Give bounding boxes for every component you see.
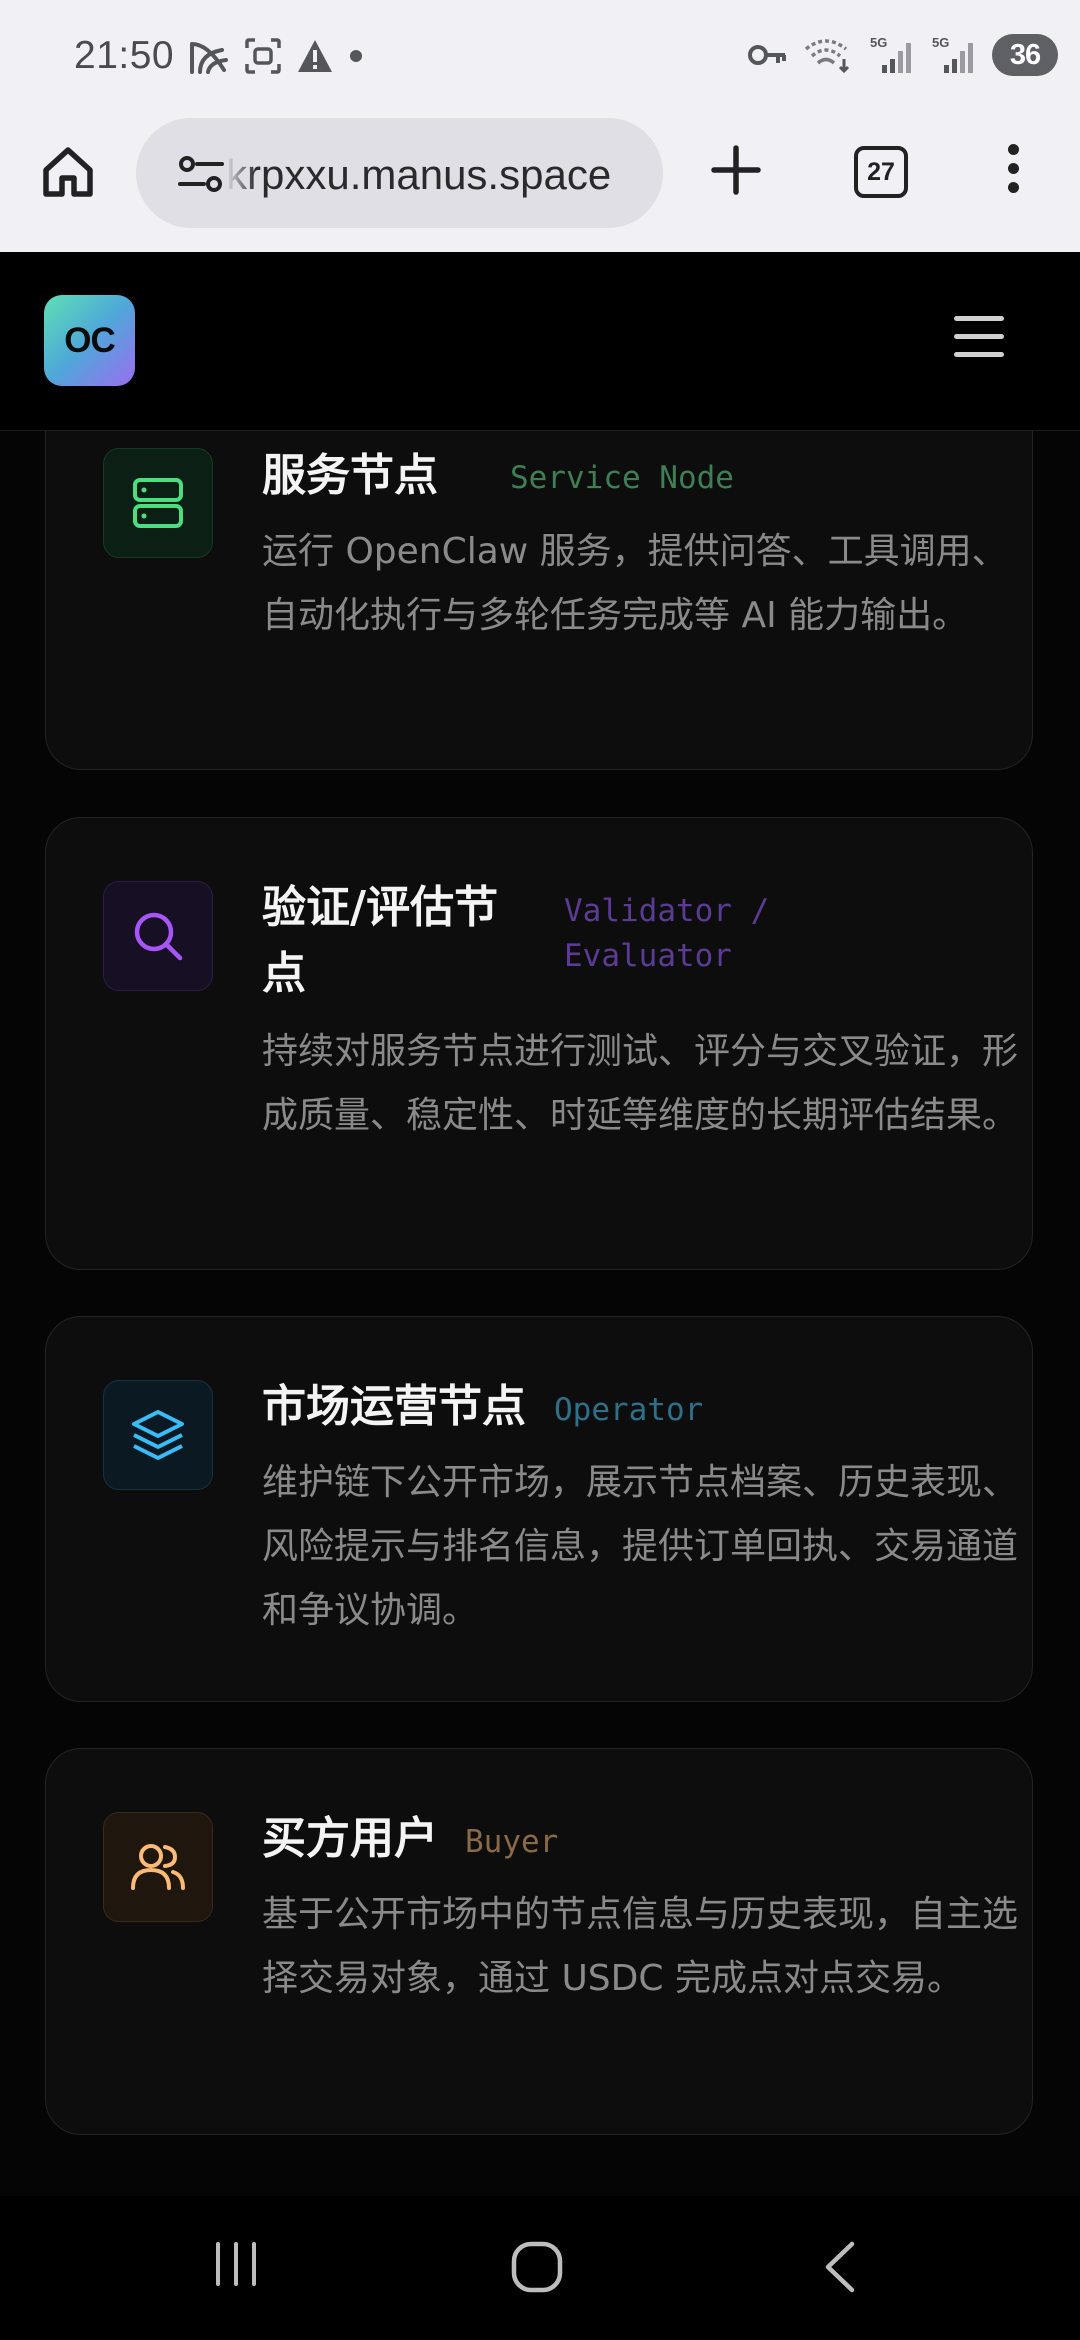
home-nav-icon[interactable] <box>510 2240 564 2294</box>
status-notification-icons <box>188 36 364 76</box>
wifi-icon <box>804 39 850 74</box>
site-settings-icon[interactable] <box>178 154 224 194</box>
tab-count: 27 <box>867 157 895 186</box>
users-icon <box>131 1844 185 1890</box>
card-description: 运行 OpenClaw 服务，提供问答、工具调用、自动化执行与多轮任务完成等 A… <box>262 531 1008 636</box>
signal-5g-icon: 5G <box>870 35 911 73</box>
new-tab-icon[interactable] <box>706 140 766 200</box>
card-description: 维护链下公开市场，展示节点档案、历史表现、风险提示与排名信息，提供订单回执、交易… <box>262 1462 1019 1631</box>
card-title-line: 验证/评估节 <box>262 882 499 933</box>
card-tag-line: Validator / <box>564 893 770 929</box>
status-system-icons: 5G 5G 36 <box>748 34 1058 76</box>
back-icon[interactable] <box>820 2240 860 2294</box>
card-title: 买方用户 <box>262 1813 438 1864</box>
role-card-validator: 验证/评估节 点 Validator / Evaluator 持续对服务节点进行… <box>45 817 1033 1270</box>
card-title-line: 点 <box>262 948 306 999</box>
dot-icon <box>350 50 362 62</box>
system-nav-bar <box>0 2196 1080 2340</box>
card-description: 基于公开市场中的节点信息与历史表现，自主选择交易对象，通过 USDC 完成点对点… <box>262 1894 1019 1999</box>
layers-icon <box>132 1410 184 1460</box>
card-tag: Validator / Evaluator <box>564 889 769 979</box>
more-menu-icon[interactable] <box>1002 144 1024 204</box>
browser-toolbar: krpxxu.manus.space 27 <box>0 118 1080 253</box>
alert-icon <box>298 40 332 72</box>
site-logo[interactable]: OC <box>44 295 135 386</box>
card-tag-line: Evaluator <box>564 938 732 974</box>
wifi-calling-icon <box>190 42 228 74</box>
card-description: 持续对服务节点进行测试、评分与交叉验证，形成质量、稳定性、时延等维度的长期评估结… <box>262 1031 1019 1136</box>
status-time: 21:50 <box>74 34 175 77</box>
home-icon[interactable] <box>38 142 98 202</box>
recent-apps-icon[interactable] <box>212 2240 260 2288</box>
card-tag: Operator <box>554 1392 704 1428</box>
address-bar[interactable]: krpxxu.manus.space <box>136 118 663 228</box>
battery-indicator: 36 <box>992 34 1058 76</box>
url-text[interactable]: krpxxu.manus.space <box>226 151 611 199</box>
hamburger-menu-icon[interactable] <box>954 316 1004 370</box>
card-title: 市场运营节点 <box>262 1381 526 1432</box>
icon-container <box>103 881 213 991</box>
svg-text:5G: 5G <box>932 35 949 50</box>
card-tag: Buyer <box>465 1824 559 1860</box>
icon-container <box>103 1380 213 1490</box>
card-tag: Service Node <box>510 460 734 496</box>
svg-text:5G: 5G <box>870 35 887 50</box>
role-card-buyer: 买方用户 Buyer 基于公开市场中的节点信息与历史表现，自主选择交易对象，通过… <box>45 1748 1033 2135</box>
battery-level: 36 <box>1009 38 1041 71</box>
search-icon <box>134 912 183 961</box>
status-bar: 21:50 5G 5G 36 <box>0 0 1080 118</box>
screenshot-icon <box>245 38 281 74</box>
card-title: 服务节点 <box>262 450 438 501</box>
site-header: OC <box>0 252 1080 431</box>
icon-container <box>103 1812 213 1922</box>
role-card-operator: 市场运营节点 Operator 维护链下公开市场，展示节点档案、历史表现、风险提… <box>45 1316 1033 1702</box>
card-title: 验证/评估节 点 <box>262 875 522 1007</box>
tab-switcher-button[interactable]: 27 <box>854 146 908 198</box>
signal-5g-2-icon: 5G <box>932 35 973 73</box>
server-icon <box>133 478 183 528</box>
vpn-key-icon <box>748 45 786 65</box>
icon-container <box>103 448 213 558</box>
